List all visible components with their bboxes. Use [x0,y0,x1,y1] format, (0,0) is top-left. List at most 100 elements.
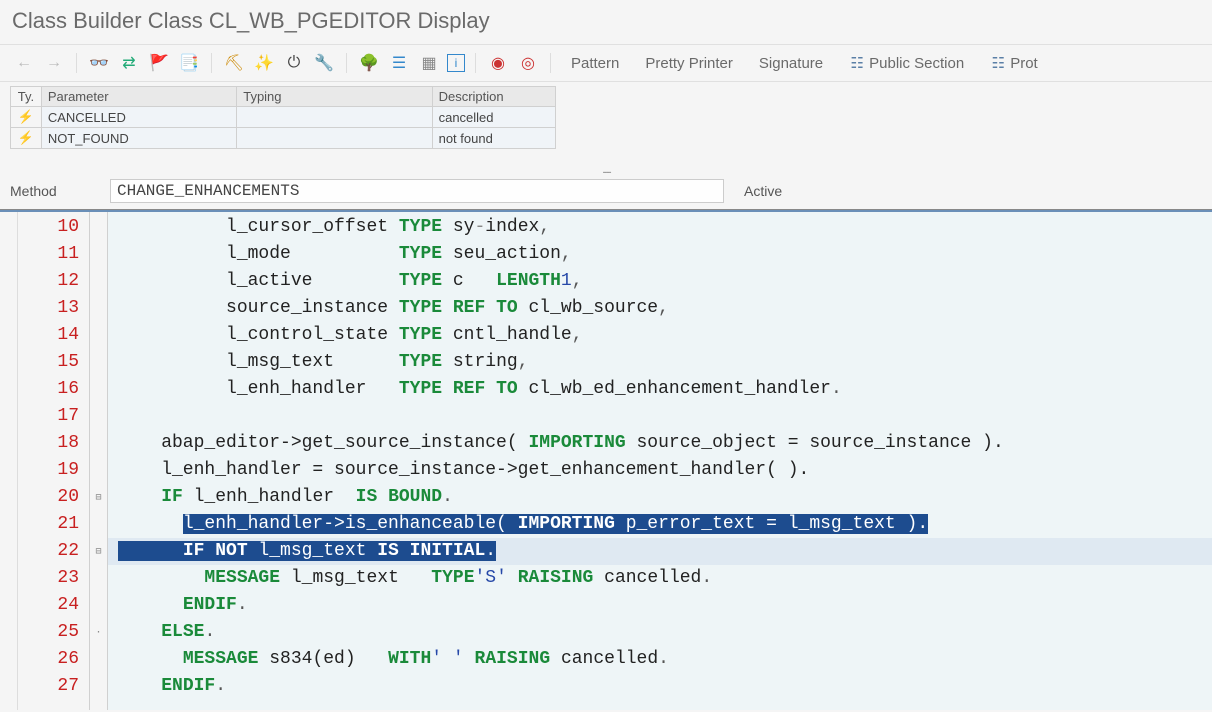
breakpoint2-icon[interactable]: ◎ [516,51,540,75]
toolbar-separator [76,53,77,73]
fold-marker [90,430,107,457]
fold-marker[interactable]: ⊟ [90,484,107,511]
where-used-icon[interactable]: 🌳 [357,51,381,75]
fold-column[interactable]: ⊟ ⊟ · [90,212,108,710]
col-parameter[interactable]: Parameter [41,87,236,107]
code-line[interactable]: abap_editor->get_source_instance( IMPORT… [108,430,1212,457]
code-line[interactable]: IF NOT l_msg_text IS INITIAL. [108,538,1212,565]
col-typing[interactable]: Typing [237,87,432,107]
toolbar: ← → 👓 ⇄ 🚩 📑 ⛏ ✨ ⏻ 🔧 🌳 ☰ ▦ i ◉ ◎ Pattern … [0,45,1212,82]
line-number: 14 [18,322,89,349]
pretty-printer-button[interactable]: Pretty Printer [635,53,743,74]
fold-marker [90,511,107,538]
exception-icon: ⚡ [18,130,34,145]
fold-marker [90,457,107,484]
signature-button[interactable]: Signature [749,53,833,74]
line-number: 19 [18,457,89,484]
code-line[interactable]: l_cursor_offset TYPE sy-index, [108,214,1212,241]
code-line[interactable]: l_msg_text TYPE string, [108,349,1212,376]
fold-marker [90,241,107,268]
method-name-field[interactable]: CHANGE_ENHANCEMENTS [110,179,724,203]
doc-icon[interactable]: ▦ [417,51,441,75]
display-change-icon[interactable]: ⇄ [117,51,141,75]
activate-icon[interactable]: 🚩 [147,51,171,75]
line-number: 15 [18,349,89,376]
fold-marker [90,403,107,430]
toolbar-separator [346,53,347,73]
code-line[interactable]: l_mode TYPE seu_action, [108,241,1212,268]
code-line[interactable]: MESSAGE s834(ed) WITH' ' RAISING cancell… [108,646,1212,673]
toolbar-separator [211,53,212,73]
info-icon[interactable]: i [447,54,465,72]
fold-marker [90,565,107,592]
section-icon: ☷ [849,54,865,72]
line-number: 27 [18,673,89,700]
param-row[interactable]: ⚡ CANCELLED cancelled [11,107,556,128]
breakpoint-icon[interactable]: ◉ [486,51,510,75]
section-icon: ☷ [990,54,1006,72]
code-line[interactable]: MESSAGE l_msg_text TYPE'S' RAISING cance… [108,565,1212,592]
code-line[interactable]: ELSE. [108,619,1212,646]
code-line[interactable]: l_enh_handler TYPE REF TO cl_wb_ed_enhan… [108,376,1212,403]
parameters-table: Ty. Parameter Typing Description ⚡ CANCE… [10,86,556,149]
prot-section-label: Prot [1010,55,1038,72]
outline-icon[interactable]: ☰ [387,51,411,75]
param-desc: cancelled [432,107,555,128]
code-line[interactable]: ENDIF. [108,592,1212,619]
method-status: Active [744,183,782,199]
param-name: NOT_FOUND [41,128,236,149]
other-object-icon[interactable]: 📑 [177,51,201,75]
code-line[interactable]: source_instance TYPE REF TO cl_wb_source… [108,295,1212,322]
fold-marker [90,214,107,241]
test-icon[interactable]: 🔧 [312,51,336,75]
code-line[interactable]: l_enh_handler = source_instance->get_enh… [108,457,1212,484]
code-line[interactable]: l_enh_handler->is_enhanceable( IMPORTING… [108,511,1212,538]
public-section-label: Public Section [869,55,964,72]
fold-marker [90,295,107,322]
fold-marker[interactable]: ⊟ [90,538,107,565]
code-line[interactable]: ENDIF. [108,673,1212,700]
fold-marker [90,376,107,403]
toolbar-separator [475,53,476,73]
line-number: 10 [18,214,89,241]
activate2-icon[interactable]: ⏻ [282,51,306,75]
fold-marker [90,592,107,619]
prot-section-button[interactable]: ☷Prot [980,52,1048,74]
line-number: 17 [18,403,89,430]
code-editor[interactable]: 101112131415161718192021222324252627 ⊟⊟·… [0,210,1212,710]
code-line[interactable] [108,403,1212,430]
line-number: 25 [18,619,89,646]
back-icon[interactable]: ← [12,51,36,75]
code-line[interactable]: IF l_enh_handler IS BOUND. [108,484,1212,511]
public-section-button[interactable]: ☷Public Section [839,52,974,74]
line-number: 20 [18,484,89,511]
check-icon[interactable]: ✨ [252,51,276,75]
glasses-icon[interactable]: 👓 [87,51,111,75]
method-bar: Method CHANGE_ENHANCEMENTS Active [0,177,1212,210]
param-typing [237,128,432,149]
line-number: 23 [18,565,89,592]
line-number: 11 [18,241,89,268]
line-number: 18 [18,430,89,457]
forward-icon[interactable]: → [42,51,66,75]
col-ty[interactable]: Ty. [11,87,42,107]
fold-marker[interactable]: · [90,619,107,646]
code-line[interactable]: l_control_state TYPE cntl_handle, [108,322,1212,349]
line-number: 16 [18,376,89,403]
exception-icon: ⚡ [18,109,34,124]
pattern-button[interactable]: Pattern [561,53,629,74]
enhance-icon[interactable]: ⛏ [222,51,246,75]
param-row[interactable]: ⚡ NOT_FOUND not found [11,128,556,149]
param-desc: not found [432,128,555,149]
col-description[interactable]: Description [432,87,555,107]
fold-marker [90,268,107,295]
code-line[interactable]: l_active TYPE c LENGTH1, [108,268,1212,295]
code-area[interactable]: l_cursor_offset TYPE sy-index, l_mode TY… [108,212,1212,710]
line-number: 13 [18,295,89,322]
window-title: Class Builder Class CL_WB_PGEDITOR Displ… [0,0,1212,45]
fold-marker [90,673,107,700]
fold-marker [90,349,107,376]
splitter-handle[interactable] [0,169,1212,177]
line-number: 12 [18,268,89,295]
toolbar-separator [550,53,551,73]
